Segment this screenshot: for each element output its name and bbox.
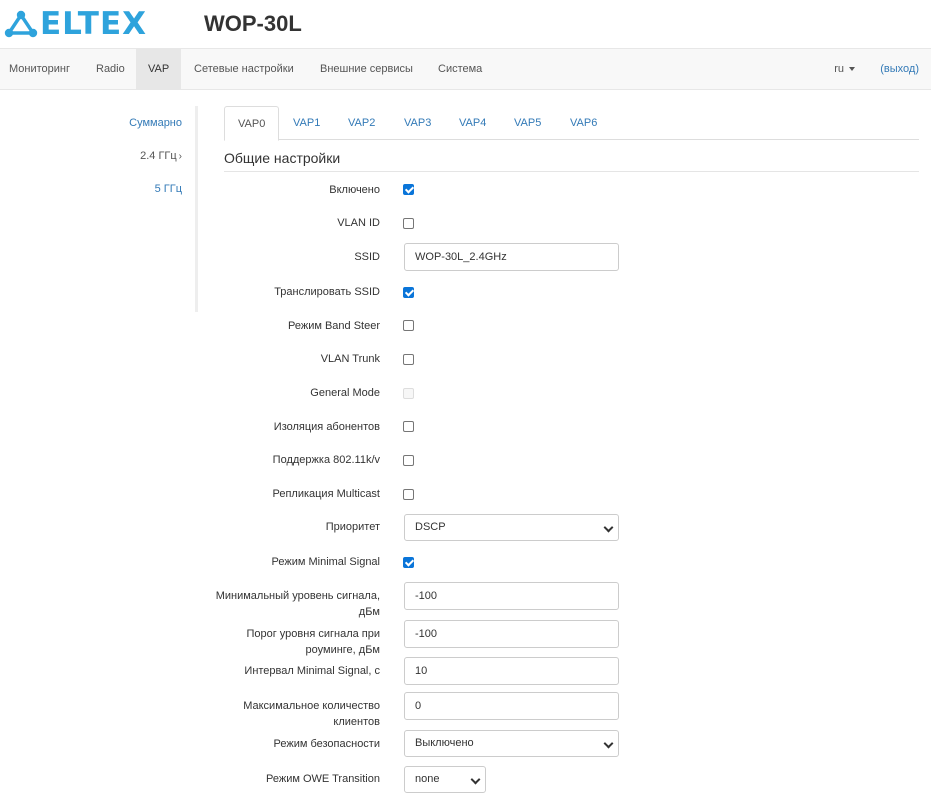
security-mode-label: Режим безопасности (273, 738, 380, 750)
sidebar-item-5ghz[interactable]: 5 ГГц (155, 181, 182, 197)
tab-vap6[interactable]: VAP6 (557, 106, 610, 140)
section-title: Общие настройки (224, 149, 919, 172)
vlan-trunk-label: VLAN Trunk (320, 353, 380, 365)
priority-label: Приоритет (325, 521, 380, 533)
band-steer-label: Режим Band Steer (287, 320, 380, 332)
sidebar-item-2-4ghz[interactable]: 2.4 ГГц › (140, 148, 182, 165)
chevron-right-icon: › (178, 151, 182, 162)
tab-vap0[interactable]: VAP0 (224, 106, 280, 141)
tab-vap3[interactable]: VAP3 (391, 106, 444, 140)
main-navbar: Мониторинг Radio VAP Сетевые настройки В… (0, 48, 931, 90)
language-dropdown[interactable]: ru (834, 49, 855, 89)
sidebar-item-summary[interactable]: Суммарно (129, 115, 182, 131)
minimal-signal-interval-label: Интервал Minimal Signal, с (244, 665, 380, 677)
max-clients-label: Максимальное количество клиентов (243, 700, 380, 728)
support-80211kv-label: Поддержка 802.11k/v (272, 454, 380, 466)
nav-vap[interactable]: VAP (136, 49, 182, 89)
vlan-id-checkbox[interactable] (403, 218, 414, 229)
general-mode-label: General Mode (310, 387, 380, 399)
isolation-checkbox[interactable] (403, 421, 414, 432)
minimal-signal-interval-input[interactable]: 10 (404, 657, 619, 685)
chevron-down-icon (603, 738, 614, 749)
owe-transition-label: Режим OWE Transition (266, 773, 380, 785)
roaming-threshold-label: Порог уровня сигнала при роуминге, дБм (246, 628, 380, 656)
device-model: WOP-30L (204, 11, 302, 36)
eltex-logo[interactable]: ELTEX (4, 8, 147, 40)
security-mode-value: Выключено (415, 737, 474, 749)
roaming-threshold-input[interactable]: -100 (404, 620, 619, 648)
nav-system[interactable]: Система (426, 49, 494, 89)
logo-text: ELTEX (40, 6, 148, 42)
minimal-signal-mode-checkbox[interactable] (403, 557, 414, 568)
security-mode-select[interactable]: Выключено (404, 730, 619, 757)
support-80211kv-checkbox[interactable] (403, 455, 414, 466)
minimal-signal-mode-label: Режим Minimal Signal (271, 556, 381, 568)
tab-vap4[interactable]: VAP4 (446, 106, 499, 140)
logout-link[interactable]: (выход) (880, 49, 919, 89)
vlan-trunk-checkbox[interactable] (403, 354, 414, 365)
sidebar: Суммарно 2.4 ГГц › 5 ГГц (0, 106, 198, 312)
nav-network-settings[interactable]: Сетевые настройки (182, 49, 306, 89)
language-label: ru (834, 63, 844, 75)
multicast-replication-checkbox[interactable] (403, 489, 414, 500)
general-mode-checkbox (403, 388, 414, 399)
header: ELTEX WOP-30L (0, 0, 931, 48)
nav-external-services[interactable]: Внешние сервисы (308, 49, 425, 89)
enabled-label: Включено (329, 184, 380, 196)
tab-vap1[interactable]: VAP1 (280, 106, 333, 140)
band-steer-checkbox[interactable] (403, 320, 414, 331)
min-signal-level-label: Минимальный уровень сигнала, дБм (215, 590, 380, 618)
vlan-id-label: VLAN ID (337, 217, 380, 229)
vap-tabs: VAP0 VAP1 VAP2 VAP3 VAP4 VAP5 VAP6 (224, 106, 919, 141)
eltex-logo-icon (4, 10, 38, 38)
caret-down-icon (849, 67, 855, 72)
priority-select[interactable]: DSCP (404, 514, 619, 541)
chevron-down-icon (603, 522, 614, 533)
sidebar-item-label: 2.4 ГГц (140, 150, 177, 162)
enabled-checkbox[interactable] (403, 184, 414, 195)
max-clients-input[interactable]: 0 (404, 692, 619, 720)
chevron-down-icon (470, 774, 481, 785)
broadcast-ssid-label: Транслировать SSID (274, 286, 380, 298)
nav-radio[interactable]: Radio (84, 49, 137, 89)
min-signal-level-input[interactable]: -100 (404, 582, 619, 610)
multicast-replication-label: Репликация Multicast (272, 488, 380, 500)
broadcast-ssid-checkbox[interactable] (403, 287, 414, 298)
owe-transition-select[interactable]: none (404, 766, 486, 793)
tab-vap2[interactable]: VAP2 (335, 106, 388, 140)
ssid-input[interactable]: WOP-30L_2.4GHz (404, 243, 619, 271)
isolation-label: Изоляция абонентов (273, 421, 380, 433)
tab-vap5[interactable]: VAP5 (501, 106, 554, 140)
priority-value: DSCP (415, 521, 446, 533)
owe-transition-value: none (415, 773, 440, 785)
ssid-label: SSID (354, 251, 380, 263)
nav-monitoring[interactable]: Мониторинг (0, 49, 82, 89)
